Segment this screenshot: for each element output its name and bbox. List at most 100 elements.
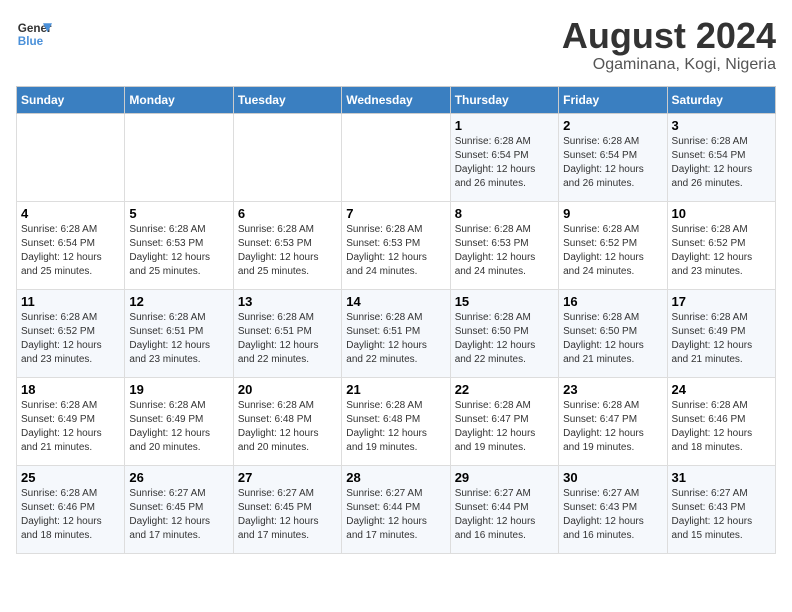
calendar-cell: 19 Sunrise: 6:28 AM Sunset: 6:49 PM Dayli… xyxy=(125,377,233,465)
cell-info: Sunrise: 6:28 AM Sunset: 6:47 PM Dayligh… xyxy=(455,399,554,455)
calendar-cell: 12 Sunrise: 6:28 AM Sunset: 6:51 PM Dayli… xyxy=(125,289,233,377)
calendar-cell: 18Sunrise: 6:28 AM Sunset: 6:49 PM Dayli… xyxy=(17,377,125,465)
cell-info: Sunrise: 6:28 AM Sunset: 6:50 PM Dayligh… xyxy=(455,311,554,367)
calendar-cell: 4Sunrise: 6:28 AM Sunset: 6:54 PM Daylig… xyxy=(17,201,125,289)
cell-info: Sunrise: 6:28 AM Sunset: 6:53 PM Dayligh… xyxy=(238,223,337,279)
cell-info: Sunrise: 6:28 AM Sunset: 6:51 PM Dayligh… xyxy=(346,311,445,367)
calendar-cell: 29 Sunrise: 6:27 AM Sunset: 6:44 PM Dayli… xyxy=(450,465,558,553)
day-number: 20 xyxy=(238,382,337,397)
calendar-table: SundayMondayTuesdayWednesdayThursdayFrid… xyxy=(16,86,776,554)
cell-info: Sunrise: 6:27 AM Sunset: 6:43 PM Dayligh… xyxy=(672,487,771,543)
calendar-cell xyxy=(342,113,450,201)
day-number: 15 xyxy=(455,294,554,309)
cell-info: Sunrise: 6:28 AM Sunset: 6:48 PM Dayligh… xyxy=(238,399,337,455)
day-number: 13 xyxy=(238,294,337,309)
calendar-week-4: 18 Sunrise: 6:28 AM Sunset: 6:49 PM Dayli… xyxy=(17,377,776,465)
cell-info: Sunrise: 6:28 AM Sunset: 6:53 PM Dayligh… xyxy=(455,223,554,279)
calendar-cell: 5Sunrise: 6:28 AM Sunset: 6:53 PM Daylig… xyxy=(125,201,233,289)
calendar-cell: 8 Sunrise: 6:28 AM Sunset: 6:53 PM Daylig… xyxy=(450,201,558,289)
calendar-cell: 21Sunrise: 6:28 AM Sunset: 6:48 PM Dayli… xyxy=(342,377,450,465)
day-number: 3 xyxy=(672,118,771,133)
calendar-week-3: 11 Sunrise: 6:28 AM Sunset: 6:52 PM Dayli… xyxy=(17,289,776,377)
day-number: 21 xyxy=(346,382,445,397)
cell-info: Sunrise: 6:28 AM Sunset: 6:52 PM Dayligh… xyxy=(21,311,120,367)
calendar-cell: 10 Sunrise: 6:28 AM Sunset: 6:52 PM Dayli… xyxy=(667,201,775,289)
cell-info: Sunrise: 6:28 AM Sunset: 6:54 PM Dayligh… xyxy=(563,135,662,191)
calendar-cell xyxy=(125,113,233,201)
calendar-header: SundayMondayTuesdayWednesdayThursdayFrid… xyxy=(17,86,776,113)
calendar-cell: 31 Sunrise: 6:27 AM Sunset: 6:43 PM Dayli… xyxy=(667,465,775,553)
cell-info: Sunrise: 6:27 AM Sunset: 6:45 PM Dayligh… xyxy=(238,487,337,543)
cell-info: Sunrise: 6:28 AM Sunset: 6:46 PM Dayligh… xyxy=(21,487,120,543)
day-header-friday: Friday xyxy=(559,86,667,113)
calendar-cell: 11 Sunrise: 6:28 AM Sunset: 6:52 PM Dayli… xyxy=(17,289,125,377)
logo: General Blue xyxy=(16,16,52,52)
day-number: 29 xyxy=(455,470,554,485)
day-number: 27 xyxy=(238,470,337,485)
day-number: 12 xyxy=(129,294,228,309)
day-header-saturday: Saturday xyxy=(667,86,775,113)
calendar-cell: 25 Sunrise: 6:28 AM Sunset: 6:46 PM Dayli… xyxy=(17,465,125,553)
day-number: 6 xyxy=(238,206,337,221)
cell-info: Sunrise: 6:28 AM Sunset: 6:53 PM Dayligh… xyxy=(129,223,228,279)
day-number: 8 xyxy=(455,206,554,221)
day-number: 11 xyxy=(21,294,120,309)
cell-info: Sunrise: 6:27 AM Sunset: 6:45 PM Dayligh… xyxy=(129,487,228,543)
cell-info: Sunrise: 6:28 AM Sunset: 6:46 PM Dayligh… xyxy=(672,399,771,455)
cell-info: Sunrise: 6:28 AM Sunset: 6:54 PM Dayligh… xyxy=(21,223,120,279)
cell-info: Sunrise: 6:28 AM Sunset: 6:52 PM Dayligh… xyxy=(563,223,662,279)
day-header-thursday: Thursday xyxy=(450,86,558,113)
calendar-cell: 26 Sunrise: 6:27 AM Sunset: 6:45 PM Dayli… xyxy=(125,465,233,553)
calendar-cell: 24 Sunrise: 6:28 AM Sunset: 6:46 PM Dayli… xyxy=(667,377,775,465)
calendar-cell: 14 Sunrise: 6:28 AM Sunset: 6:51 PM Dayli… xyxy=(342,289,450,377)
day-number: 16 xyxy=(563,294,662,309)
day-number: 7 xyxy=(346,206,445,221)
calendar-cell: 16 Sunrise: 6:28 AM Sunset: 6:50 PM Dayli… xyxy=(559,289,667,377)
title-block: August 2024 Ogaminana, Kogi, Nigeria xyxy=(562,16,776,74)
cell-info: Sunrise: 6:28 AM Sunset: 6:54 PM Dayligh… xyxy=(672,135,771,191)
day-number: 23 xyxy=(563,382,662,397)
day-number: 26 xyxy=(129,470,228,485)
day-number: 24 xyxy=(672,382,771,397)
calendar-cell: 27 Sunrise: 6:27 AM Sunset: 6:45 PM Dayli… xyxy=(233,465,341,553)
logo-icon: General Blue xyxy=(16,16,52,52)
day-number: 18 xyxy=(21,382,120,397)
cell-info: Sunrise: 6:28 AM Sunset: 6:53 PM Dayligh… xyxy=(346,223,445,279)
subtitle: Ogaminana, Kogi, Nigeria xyxy=(562,56,776,74)
day-number: 22 xyxy=(455,382,554,397)
cell-info: Sunrise: 6:28 AM Sunset: 6:51 PM Dayligh… xyxy=(238,311,337,367)
day-header-sunday: Sunday xyxy=(17,86,125,113)
day-number: 30 xyxy=(563,470,662,485)
cell-info: Sunrise: 6:27 AM Sunset: 6:44 PM Dayligh… xyxy=(455,487,554,543)
cell-info: Sunrise: 6:28 AM Sunset: 6:52 PM Dayligh… xyxy=(672,223,771,279)
calendar-cell: 28Sunrise: 6:27 AM Sunset: 6:44 PM Dayli… xyxy=(342,465,450,553)
calendar-cell: 15 Sunrise: 6:28 AM Sunset: 6:50 PM Dayli… xyxy=(450,289,558,377)
cell-info: Sunrise: 6:28 AM Sunset: 6:49 PM Dayligh… xyxy=(672,311,771,367)
calendar-cell: 3 Sunrise: 6:28 AM Sunset: 6:54 PM Daylig… xyxy=(667,113,775,201)
calendar-cell: 30 Sunrise: 6:27 AM Sunset: 6:43 PM Dayli… xyxy=(559,465,667,553)
calendar-cell xyxy=(233,113,341,201)
day-number: 10 xyxy=(672,206,771,221)
calendar-cell: 9 Sunrise: 6:28 AM Sunset: 6:52 PM Daylig… xyxy=(559,201,667,289)
calendar-cell: 6 Sunrise: 6:28 AM Sunset: 6:53 PM Daylig… xyxy=(233,201,341,289)
svg-text:Blue: Blue xyxy=(18,35,44,48)
cell-info: Sunrise: 6:27 AM Sunset: 6:43 PM Dayligh… xyxy=(563,487,662,543)
cell-info: Sunrise: 6:28 AM Sunset: 6:50 PM Dayligh… xyxy=(563,311,662,367)
calendar-cell: 13 Sunrise: 6:28 AM Sunset: 6:51 PM Dayli… xyxy=(233,289,341,377)
day-number: 2 xyxy=(563,118,662,133)
cell-info: Sunrise: 6:28 AM Sunset: 6:49 PM Dayligh… xyxy=(129,399,228,455)
day-header-tuesday: Tuesday xyxy=(233,86,341,113)
day-number: 9 xyxy=(563,206,662,221)
cell-info: Sunrise: 6:28 AM Sunset: 6:54 PM Dayligh… xyxy=(455,135,554,191)
day-number: 14 xyxy=(346,294,445,309)
calendar-cell: 2 Sunrise: 6:28 AM Sunset: 6:54 PM Daylig… xyxy=(559,113,667,201)
day-number: 19 xyxy=(129,382,228,397)
cell-info: Sunrise: 6:27 AM Sunset: 6:44 PM Dayligh… xyxy=(346,487,445,543)
cell-info: Sunrise: 6:28 AM Sunset: 6:51 PM Dayligh… xyxy=(129,311,228,367)
day-header-wednesday: Wednesday xyxy=(342,86,450,113)
day-number: 31 xyxy=(672,470,771,485)
cell-info: Sunrise: 6:28 AM Sunset: 6:47 PM Dayligh… xyxy=(563,399,662,455)
calendar-cell: 17Sunrise: 6:28 AM Sunset: 6:49 PM Dayli… xyxy=(667,289,775,377)
day-number: 25 xyxy=(21,470,120,485)
calendar-week-1: 1Sunrise: 6:28 AM Sunset: 6:54 PM Daylig… xyxy=(17,113,776,201)
